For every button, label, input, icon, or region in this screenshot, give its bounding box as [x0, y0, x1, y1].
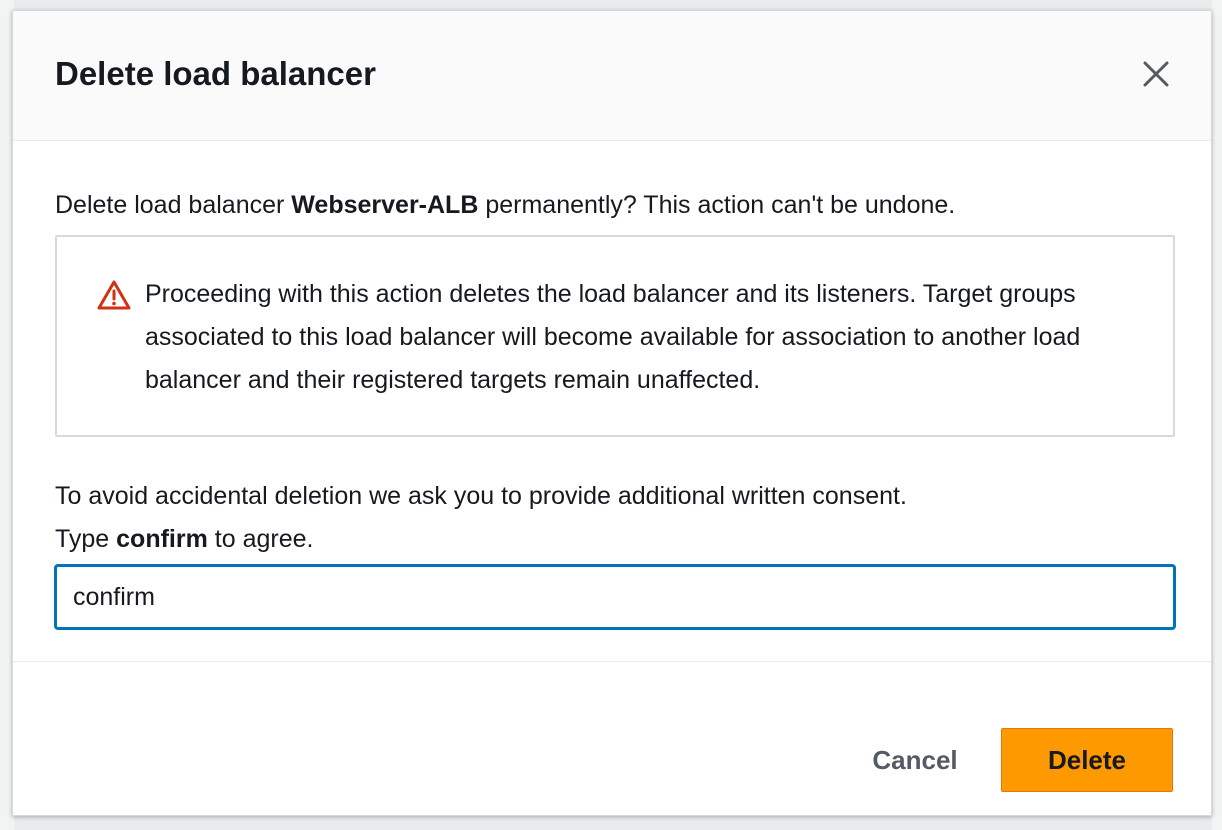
lead-suffix: permanently? This action can't be undone… [478, 191, 956, 219]
warning-alert: Proceeding with this action deletes the … [55, 235, 1175, 437]
consent-type-suffix: to agree. [207, 525, 314, 553]
consent-type-line: Type confirm to agree. [55, 518, 1175, 561]
consent-line: To avoid accidental deletion we ask you … [55, 482, 907, 510]
confirm-input[interactable] [55, 565, 1175, 629]
consent-type-prefix: Type [55, 525, 117, 553]
dialog-title: Delete load balancer [55, 55, 376, 92]
warning-text: Proceeding with this action deletes the … [145, 280, 1081, 394]
load-balancer-name: Webserver-ALB [291, 191, 479, 219]
consent-instructions: To avoid accidental deletion we ask you … [55, 475, 1175, 561]
lead-prefix: Delete load balancer [55, 191, 292, 219]
consent-keyword: confirm [116, 525, 208, 553]
delete-load-balancer-dialog: Delete load balancer Delete load balance… [12, 10, 1212, 816]
delete-button[interactable]: Delete [1001, 728, 1173, 792]
close-button[interactable] [1141, 59, 1171, 89]
cancel-button[interactable]: Cancel [855, 728, 975, 792]
close-icon [1143, 61, 1169, 87]
warning-icon [97, 280, 131, 310]
delete-confirmation-text: Delete load balancer Webserver-ALB perma… [55, 189, 1175, 221]
dialog-footer: Cancel Delete [13, 661, 1211, 815]
dialog-body: Delete load balancer Webserver-ALB perma… [55, 189, 1175, 629]
background-page-right [1212, 0, 1222, 830]
dialog-header: Delete load balancer [13, 11, 1211, 141]
